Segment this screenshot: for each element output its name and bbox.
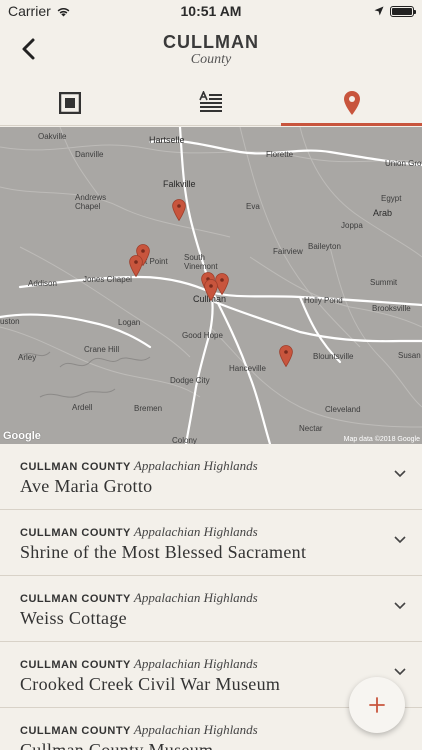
map-pin-marker[interactable] — [129, 255, 143, 277]
page-title: CULLMAN — [163, 32, 259, 52]
tab-bar — [0, 80, 422, 126]
map-label-hanceville: Hanceville — [229, 364, 266, 373]
item-meta: CULLMAN COUNTY Appalachian Highlands — [20, 458, 402, 474]
item-meta: CULLMAN COUNTY Appalachian Highlands — [20, 656, 402, 672]
item-region: Appalachian Highlands — [133, 524, 258, 539]
item-region: Appalachian Highlands — [133, 656, 258, 671]
status-bar: Carrier 10:51 AM — [0, 0, 422, 22]
map-label-baileyton: Baileyton — [308, 242, 341, 251]
text-article-icon — [199, 90, 222, 112]
map-view[interactable]: Oakville Hartselle Danville Florette Uni… — [0, 127, 422, 444]
chevron-down-icon[interactable] — [394, 536, 406, 544]
google-logo: Google — [3, 430, 41, 442]
map-label-egypt: Egypt — [381, 194, 402, 203]
item-title: Crooked Creek Civil War Museum — [20, 674, 281, 694]
map-label-logan: Logan — [118, 318, 141, 327]
tab-map[interactable] — [281, 80, 422, 126]
map-label-hartselle: Hartselle — [149, 135, 185, 145]
page-subtitle: County — [190, 52, 232, 67]
map-label-colony: Colony — [172, 436, 197, 444]
item-region: Appalachian Highlands — [133, 458, 258, 473]
item-meta: CULLMAN COUNTY Appalachian Highlands — [20, 722, 402, 738]
map-label-danville: Danville — [75, 150, 104, 159]
list-item[interactable]: CULLMAN COUNTY Appalachian Highlands Ave… — [0, 444, 422, 510]
map-label-cleveland: Cleveland — [325, 405, 361, 414]
map-label-falkville: Falkville — [163, 179, 196, 189]
plus-icon — [369, 697, 385, 713]
chevron-left-icon — [22, 38, 35, 60]
tab-article[interactable] — [141, 80, 282, 125]
item-county: CULLMAN COUNTY — [20, 593, 131, 605]
item-region: Appalachian Highlands — [133, 590, 258, 605]
map-pin-marker[interactable] — [172, 199, 186, 221]
chevron-down-icon[interactable] — [394, 668, 406, 676]
nav-header: CULLMAN County — [0, 22, 422, 78]
map-label-holly-pond: Holly Pond — [304, 296, 343, 305]
chevron-down-icon[interactable] — [394, 602, 406, 610]
map-label-ardell: Ardell — [72, 403, 93, 412]
map-attribution[interactable]: Map data ©2018 Google — [344, 436, 420, 443]
item-county: CULLMAN COUNTY — [20, 725, 131, 737]
map-label-florette: Florette — [266, 150, 294, 159]
location-arrow-icon — [374, 6, 384, 16]
list-item[interactable]: CULLMAN COUNTY Appalachian Highlands Shr… — [0, 510, 422, 576]
tab-gallery[interactable] — [0, 80, 141, 125]
carrier-label: Carrier — [8, 3, 51, 19]
map-label-bremen: Bremen — [134, 404, 163, 413]
map-pin-marker[interactable] — [204, 279, 218, 301]
image-frame-icon — [59, 91, 82, 114]
item-title: Cullman County Museum — [20, 740, 214, 750]
map-label-jones-chapel: Jones Chapel — [83, 275, 132, 284]
map-label-union-grove: Union Grov — [385, 159, 422, 168]
map-label-brooksville: Brooksville — [372, 304, 411, 313]
map-label-fairview: Fairview — [273, 247, 303, 256]
map-label-blountsville: Blountsville — [313, 352, 354, 361]
chevron-down-icon[interactable] — [394, 470, 406, 478]
map-label-nectar: Nectar — [299, 424, 323, 433]
item-title: Ave Maria Grotto — [20, 476, 153, 496]
map-pin-marker[interactable] — [279, 345, 293, 367]
item-county: CULLMAN COUNTY — [20, 461, 131, 473]
map-label-dodge-city: Dodge City — [170, 376, 210, 385]
map-label-arab: Arab — [373, 208, 393, 218]
item-title: Shrine of the Most Blessed Sacrament — [20, 542, 307, 562]
map-label-addison: Addison — [28, 279, 57, 288]
battery-icon — [390, 5, 416, 17]
map-label-arley: Arley — [18, 353, 37, 362]
back-button[interactable] — [18, 36, 42, 62]
map-label-oakville: Oakville — [38, 132, 67, 141]
map-label-uston: uston — [0, 317, 20, 326]
item-title: Weiss Cottage — [20, 608, 127, 628]
add-button[interactable] — [349, 677, 405, 733]
status-left: Carrier — [8, 3, 71, 19]
map-pin-icon — [343, 90, 360, 115]
map-label-eva: Eva — [246, 202, 260, 211]
map-label-summit: Summit — [370, 278, 398, 287]
map-label-crane-hill: Crane Hill — [84, 345, 120, 354]
item-meta: CULLMAN COUNTY Appalachian Highlands — [20, 590, 402, 606]
map-label-andrews-chapel: Andrews Chapel — [75, 193, 107, 211]
title-block: CULLMAN County — [163, 32, 259, 68]
list-item[interactable]: CULLMAN COUNTY Appalachian Highlands Wei… — [0, 576, 422, 642]
status-right — [374, 5, 416, 17]
map-label-good-hope: Good Hope — [182, 331, 223, 340]
wifi-icon — [57, 7, 70, 16]
map-label-south-vinemont: South Vinemont — [184, 253, 218, 271]
item-region: Appalachian Highlands — [133, 722, 258, 737]
item-county: CULLMAN COUNTY — [20, 527, 131, 539]
map-label-susan: Susan — [398, 351, 421, 360]
item-meta: CULLMAN COUNTY Appalachian Highlands — [20, 524, 402, 540]
item-county: CULLMAN COUNTY — [20, 659, 131, 671]
map-label-joppa: Joppa — [341, 221, 363, 230]
